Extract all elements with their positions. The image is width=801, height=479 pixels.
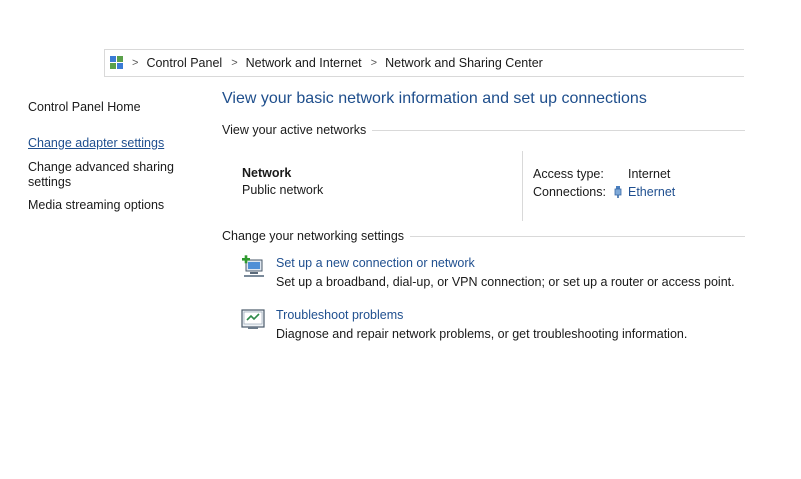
- main-content: View your basic network information and …: [222, 89, 745, 344]
- networking-settings-header-label: Change your networking settings: [222, 229, 405, 243]
- chevron-right-icon: >: [231, 57, 238, 69]
- ethernet-icon: [614, 186, 622, 198]
- sidebar-item-media-streaming-options[interactable]: Media streaming options: [28, 198, 208, 213]
- control-panel-icon[interactable]: [110, 56, 124, 70]
- troubleshoot-icon: [241, 309, 265, 329]
- access-type-label: Access type:: [533, 167, 604, 181]
- troubleshoot-problems-description: Diagnose and repair network problems, or…: [276, 327, 688, 341]
- breadcrumb-control-panel[interactable]: Control Panel: [146, 56, 222, 70]
- task-troubleshoot: Troubleshoot problems Diagnose and repai…: [240, 306, 745, 344]
- troubleshoot-problems-link[interactable]: Troubleshoot problems: [276, 306, 687, 324]
- active-networks-header-label: View your active networks: [222, 123, 367, 137]
- divider: [410, 235, 745, 237]
- active-networks-header: View your active networks: [222, 123, 745, 137]
- sidebar-item-control-panel-home[interactable]: Control Panel Home: [28, 100, 208, 115]
- setup-new-connection-description: Set up a broadband, dial-up, or VPN conn…: [276, 275, 735, 289]
- chevron-right-icon: >: [132, 57, 139, 69]
- networking-settings-header: Change your networking settings: [222, 229, 745, 243]
- active-network-panel: Network Public network Access type: Inte…: [222, 143, 745, 223]
- new-connection-icon: [242, 255, 264, 277]
- sidebar: Control Panel Home Change adapter settin…: [28, 100, 208, 213]
- network-category: Public network: [242, 183, 324, 197]
- vertical-divider: [522, 151, 523, 221]
- divider: [372, 129, 745, 131]
- sidebar-item-change-advanced-sharing-settings[interactable]: Change advanced sharing settings: [28, 160, 208, 190]
- chevron-right-icon: >: [370, 57, 378, 69]
- setup-new-connection-link[interactable]: Set up a new connection or network: [276, 254, 735, 272]
- access-type-value: Internet: [628, 167, 671, 181]
- task-new-connection: Set up a new connection or network Set u…: [240, 254, 745, 292]
- breadcrumb-network-and-internet[interactable]: Network and Internet: [246, 56, 362, 70]
- ethernet-connection-link[interactable]: Ethernet: [628, 185, 675, 199]
- network-name: Network: [242, 166, 292, 180]
- sidebar-item-change-adapter-settings[interactable]: Change adapter settings: [28, 136, 208, 151]
- breadcrumb: > Control Panel > Network and Internet >…: [104, 49, 744, 77]
- page-title: View your basic network information and …: [222, 90, 647, 107]
- breadcrumb-network-and-sharing-center[interactable]: Network and Sharing Center: [385, 56, 543, 70]
